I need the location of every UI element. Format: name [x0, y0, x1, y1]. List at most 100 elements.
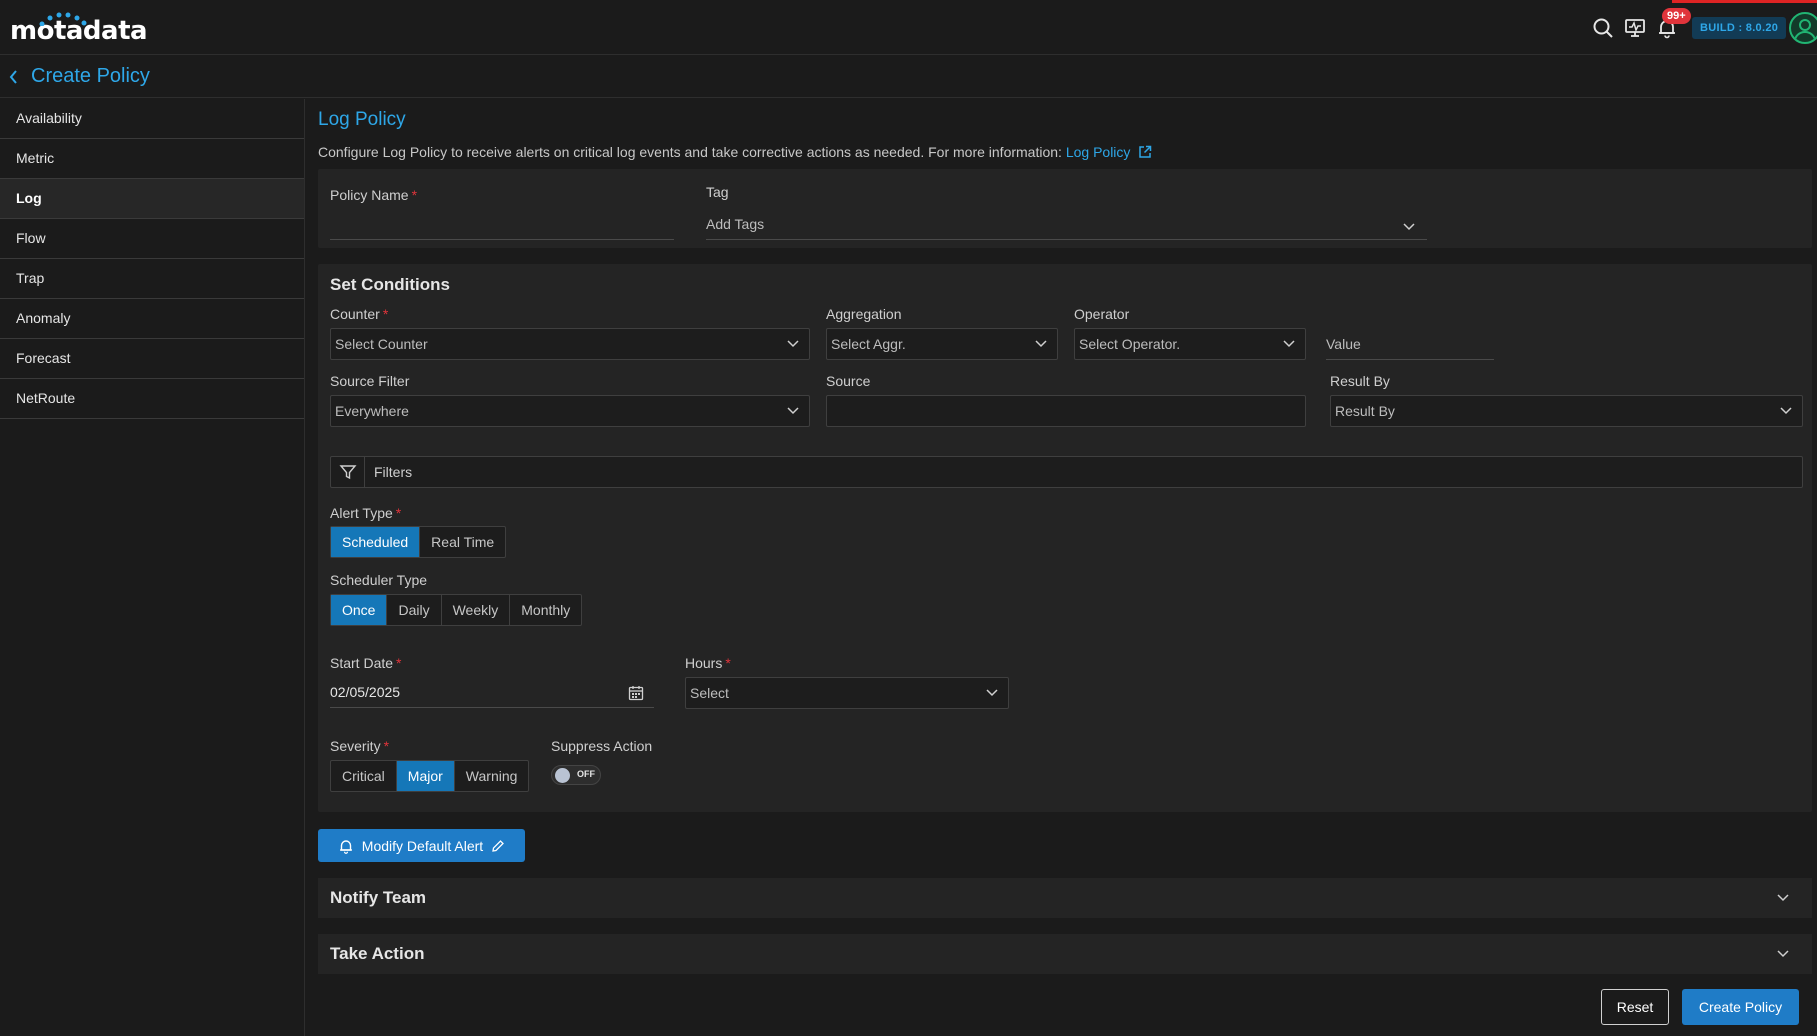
policy-type-sidebar: Availability Metric Log Flow Trap Anomal… [0, 99, 305, 1036]
policy-name-label: Policy Name * [330, 187, 417, 203]
logo[interactable]: motadata [10, 12, 148, 48]
avatar[interactable] [1789, 12, 1817, 44]
operator-select[interactable]: Select Operator. [1074, 328, 1306, 360]
aggregation-value: Select Aggr. [831, 336, 906, 352]
severity-warning[interactable]: Warning [455, 761, 529, 791]
reset-button[interactable]: Reset [1601, 989, 1669, 1025]
calendar-icon[interactable] [628, 685, 644, 701]
chevron-down-icon [986, 689, 998, 697]
chevron-down-icon [1283, 340, 1295, 348]
result-by-value: Result By [1335, 403, 1395, 419]
toggle-knob [555, 768, 570, 783]
start-date-value: 02/05/2025 [330, 684, 401, 700]
create-policy-button[interactable]: Create Policy [1682, 989, 1799, 1025]
result-by-select[interactable]: Result By [1330, 395, 1803, 427]
bell-icon [339, 839, 352, 854]
logo-dots-icon [39, 12, 87, 26]
required-marker: * [382, 306, 389, 322]
counter-select[interactable]: Select Counter [330, 328, 810, 360]
value-input[interactable]: Value [1326, 330, 1494, 360]
scheduler-once[interactable]: Once [331, 595, 388, 625]
chevron-down-icon [1777, 950, 1789, 958]
required-marker: * [383, 738, 390, 754]
sidebar-item-trap[interactable]: Trap [0, 259, 304, 299]
take-action-title: Take Action [330, 944, 425, 963]
tag-select[interactable]: Add Tags [706, 210, 1427, 240]
required-marker: * [411, 187, 418, 203]
monitor-icon[interactable] [1621, 14, 1649, 42]
top-bar: motadata 99+ BUILD : 8.0.20 [0, 0, 1817, 55]
section-description: Configure Log Policy to receive alerts o… [318, 144, 1152, 160]
alert-type-scheduled[interactable]: Scheduled [331, 527, 421, 557]
sidebar-item-availability[interactable]: Availability [0, 99, 304, 139]
operator-value: Select Operator. [1079, 336, 1181, 352]
pencil-icon [492, 839, 505, 852]
tag-label: Tag [706, 184, 729, 200]
filters-bar[interactable]: Filters [330, 456, 1803, 488]
required-marker: * [395, 505, 402, 521]
hours-label-text: Hours [685, 655, 723, 671]
chevron-down-icon [1035, 340, 1047, 348]
description-link-text: Log Policy [1065, 144, 1131, 160]
start-date-label: Start Date * [330, 655, 401, 671]
policy-name-label-text: Policy Name [330, 187, 409, 203]
aggregation-label: Aggregation [826, 306, 902, 322]
notify-team-title: Notify Team [330, 888, 427, 907]
severity-major[interactable]: Major [396, 761, 455, 791]
toggle-state: OFF [577, 769, 595, 779]
sidebar-item-log[interactable]: Log [0, 179, 304, 219]
user-icon [1794, 19, 1816, 42]
counter-value: Select Counter [335, 336, 428, 352]
page-header: Create Policy [0, 56, 1817, 98]
sidebar-item-forecast[interactable]: Forecast [0, 339, 304, 379]
source-filter-value: Everywhere [335, 403, 409, 419]
alert-type-real-time[interactable]: Real Time [420, 527, 505, 557]
sidebar-item-flow[interactable]: Flow [0, 219, 304, 259]
take-action-section[interactable]: Take Action [318, 934, 1812, 974]
section-title: Log Policy [318, 109, 406, 130]
required-marker: * [725, 655, 731, 671]
start-date-label-text: Start Date [330, 655, 394, 671]
suppress-action-toggle[interactable]: OFF [551, 765, 601, 785]
counter-label-text: Counter [330, 306, 380, 322]
scheduler-monthly[interactable]: Monthly [510, 595, 581, 625]
severity-label: Severity * [330, 738, 389, 754]
suppress-action-label: Suppress Action [551, 738, 653, 754]
notify-team-section[interactable]: Notify Team [318, 878, 1812, 918]
scheduler-weekly[interactable]: Weekly [442, 595, 511, 625]
source-input[interactable] [826, 395, 1306, 427]
severity-toggle: Critical Major Warning [330, 760, 530, 792]
filter-icon [331, 457, 365, 487]
modify-default-alert-button[interactable]: Modify Default Alert [318, 829, 525, 862]
sidebar-item-netroute[interactable]: NetRoute [0, 379, 304, 419]
hours-select[interactable]: Select [685, 677, 1009, 709]
counter-label: Counter * [330, 306, 388, 322]
chevron-down-icon [787, 340, 799, 348]
description-text: Configure Log Policy to receive alerts o… [318, 144, 1062, 160]
search-icon[interactable] [1589, 14, 1617, 42]
description-link[interactable]: Log Policy [1066, 144, 1152, 160]
alert-type-toggle: Scheduled Real Time [330, 526, 507, 558]
source-filter-select[interactable]: Everywhere [330, 395, 810, 427]
filters-label: Filters [374, 464, 413, 480]
severity-critical[interactable]: Critical [331, 761, 397, 791]
policy-name-input[interactable] [330, 210, 674, 240]
value-placeholder: Value [1326, 336, 1361, 352]
result-by-label: Result By [1330, 373, 1390, 389]
hours-label: Hours * [685, 655, 731, 671]
scheduler-daily[interactable]: Daily [387, 595, 442, 625]
alert-type-label: Alert Type * [330, 505, 401, 521]
progress-line [1672, 0, 1817, 3]
sidebar-item-metric[interactable]: Metric [0, 139, 304, 179]
tag-placeholder: Add Tags [706, 216, 765, 232]
severity-label-text: Severity [330, 738, 381, 754]
back-arrow-icon[interactable] [4, 66, 24, 88]
aggregation-select[interactable]: Select Aggr. [826, 328, 1058, 360]
modify-default-alert-label: Modify Default Alert [361, 837, 484, 854]
start-date-input[interactable]: 02/05/2025 [330, 678, 654, 708]
chevron-down-icon [1403, 223, 1415, 231]
external-link-icon [1139, 145, 1152, 158]
sidebar-item-anomaly[interactable]: Anomaly [0, 299, 304, 339]
chevron-down-icon [1780, 407, 1792, 415]
page-title: Create Policy [31, 65, 150, 87]
